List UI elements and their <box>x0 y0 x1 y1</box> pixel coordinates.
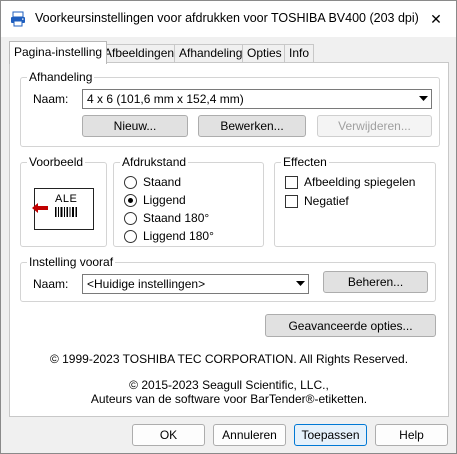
preset-group: Instelling vooraf Naam: <Huidige instell… <box>20 255 436 302</box>
chevron-down-icon <box>292 275 308 293</box>
tab-afbeeldingen[interactable]: Afbeeldingen <box>99 44 180 63</box>
copyright-seagull: © 2015-2023 Seagull Scientific, LLC., <box>129 378 329 392</box>
radio-staand-180[interactable] <box>124 212 137 225</box>
stock-name-combobox[interactable]: 4 x 6 (101,6 mm x 152,4 mm) <box>82 89 432 109</box>
radio-liggend[interactable] <box>124 194 137 207</box>
negative-checkbox[interactable] <box>285 195 298 208</box>
title-bar[interactable]: Voorkeursinstellingen voor afdrukken voo… <box>1 1 456 37</box>
stock-name-value: 4 x 6 (101,6 mm x 152,4 mm) <box>87 92 244 106</box>
preview-group-label: Voorbeeld <box>27 155 86 169</box>
preset-name-label: Naam: <box>33 277 69 291</box>
effect-option-mirror[interactable]: Afbeelding spiegelen <box>285 175 430 191</box>
effects-group-label: Effecten <box>281 155 329 169</box>
apply-button[interactable]: Toepassen <box>294 424 367 446</box>
orientation-option-liggend[interactable]: Liggend <box>124 193 254 209</box>
printing-preferences-dialog: Voorkeursinstellingen voor afdrukken voo… <box>0 0 457 454</box>
chevron-down-icon <box>415 90 431 108</box>
preset-name-combobox[interactable]: <Huidige instellingen> <box>82 274 309 294</box>
effects-group: Effecten Afbeelding spiegelen Negatief <box>274 155 436 247</box>
preview-sample-text: ALE <box>55 193 78 205</box>
ok-button[interactable]: OK <box>132 424 205 446</box>
afhandeling-group-label: Afhandeling <box>27 70 95 84</box>
orientation-option-liggend-180[interactable]: Liggend 180° <box>124 229 254 245</box>
delete-button[interactable]: Verwijderen... <box>317 115 432 137</box>
manage-presets-button[interactable]: Beheren... <box>323 271 428 293</box>
label-preview: ALE <box>32 188 94 230</box>
mirror-checkbox[interactable] <box>285 176 298 189</box>
printer-icon <box>11 11 25 27</box>
close-icon: ✕ <box>430 10 442 27</box>
cancel-button[interactable]: Annuleren <box>213 424 286 446</box>
copyright-toshiba: © 1999-2023 TOSHIBA TEC CORPORATION. All… <box>49 352 409 366</box>
orientation-group: Afdrukstand Staand Liggend Staand 180° L… <box>113 155 264 247</box>
feed-direction-arrow-icon <box>32 203 48 213</box>
tab-panel-pagina-instelling: Afhandeling Naam: 4 x 6 (101,6 mm x 152,… <box>9 62 449 417</box>
radio-staand[interactable] <box>124 176 137 189</box>
effect-option-negative[interactable]: Negatief <box>285 194 430 210</box>
orientation-group-label: Afdrukstand <box>120 155 189 169</box>
edit-button[interactable]: Bewerken... <box>198 115 306 137</box>
window-title: Voorkeursinstellingen voor afdrukken voo… <box>35 11 419 25</box>
preset-group-label: Instelling vooraf <box>27 255 116 269</box>
orientation-option-staand[interactable]: Staand <box>124 175 254 191</box>
stock-name-label: Naam: <box>33 92 69 106</box>
afhandeling-group: Afhandeling Naam: 4 x 6 (101,6 mm x 152,… <box>20 70 440 147</box>
tab-opties[interactable]: Opties <box>242 44 287 63</box>
tab-afhandeling[interactable]: Afhandeling <box>174 44 248 63</box>
preset-name-value: <Huidige instellingen> <box>87 277 206 291</box>
tab-pagina-instelling[interactable]: Pagina-instelling <box>9 41 108 64</box>
new-button[interactable]: Nieuw... <box>82 115 188 137</box>
orientation-option-staand-180[interactable]: Staand 180° <box>124 211 254 227</box>
barcode-icon <box>55 207 77 217</box>
advanced-options-button[interactable]: Geavanceerde opties... <box>265 314 436 337</box>
copyright-bartender: Auteurs van de software voor BarTender®-… <box>90 392 368 406</box>
close-button[interactable]: ✕ <box>416 1 456 37</box>
tab-info[interactable]: Info <box>284 44 315 63</box>
radio-liggend-180[interactable] <box>124 230 137 243</box>
preview-group: Voorbeeld ALE <box>20 155 107 247</box>
help-button[interactable]: Help <box>375 424 448 446</box>
